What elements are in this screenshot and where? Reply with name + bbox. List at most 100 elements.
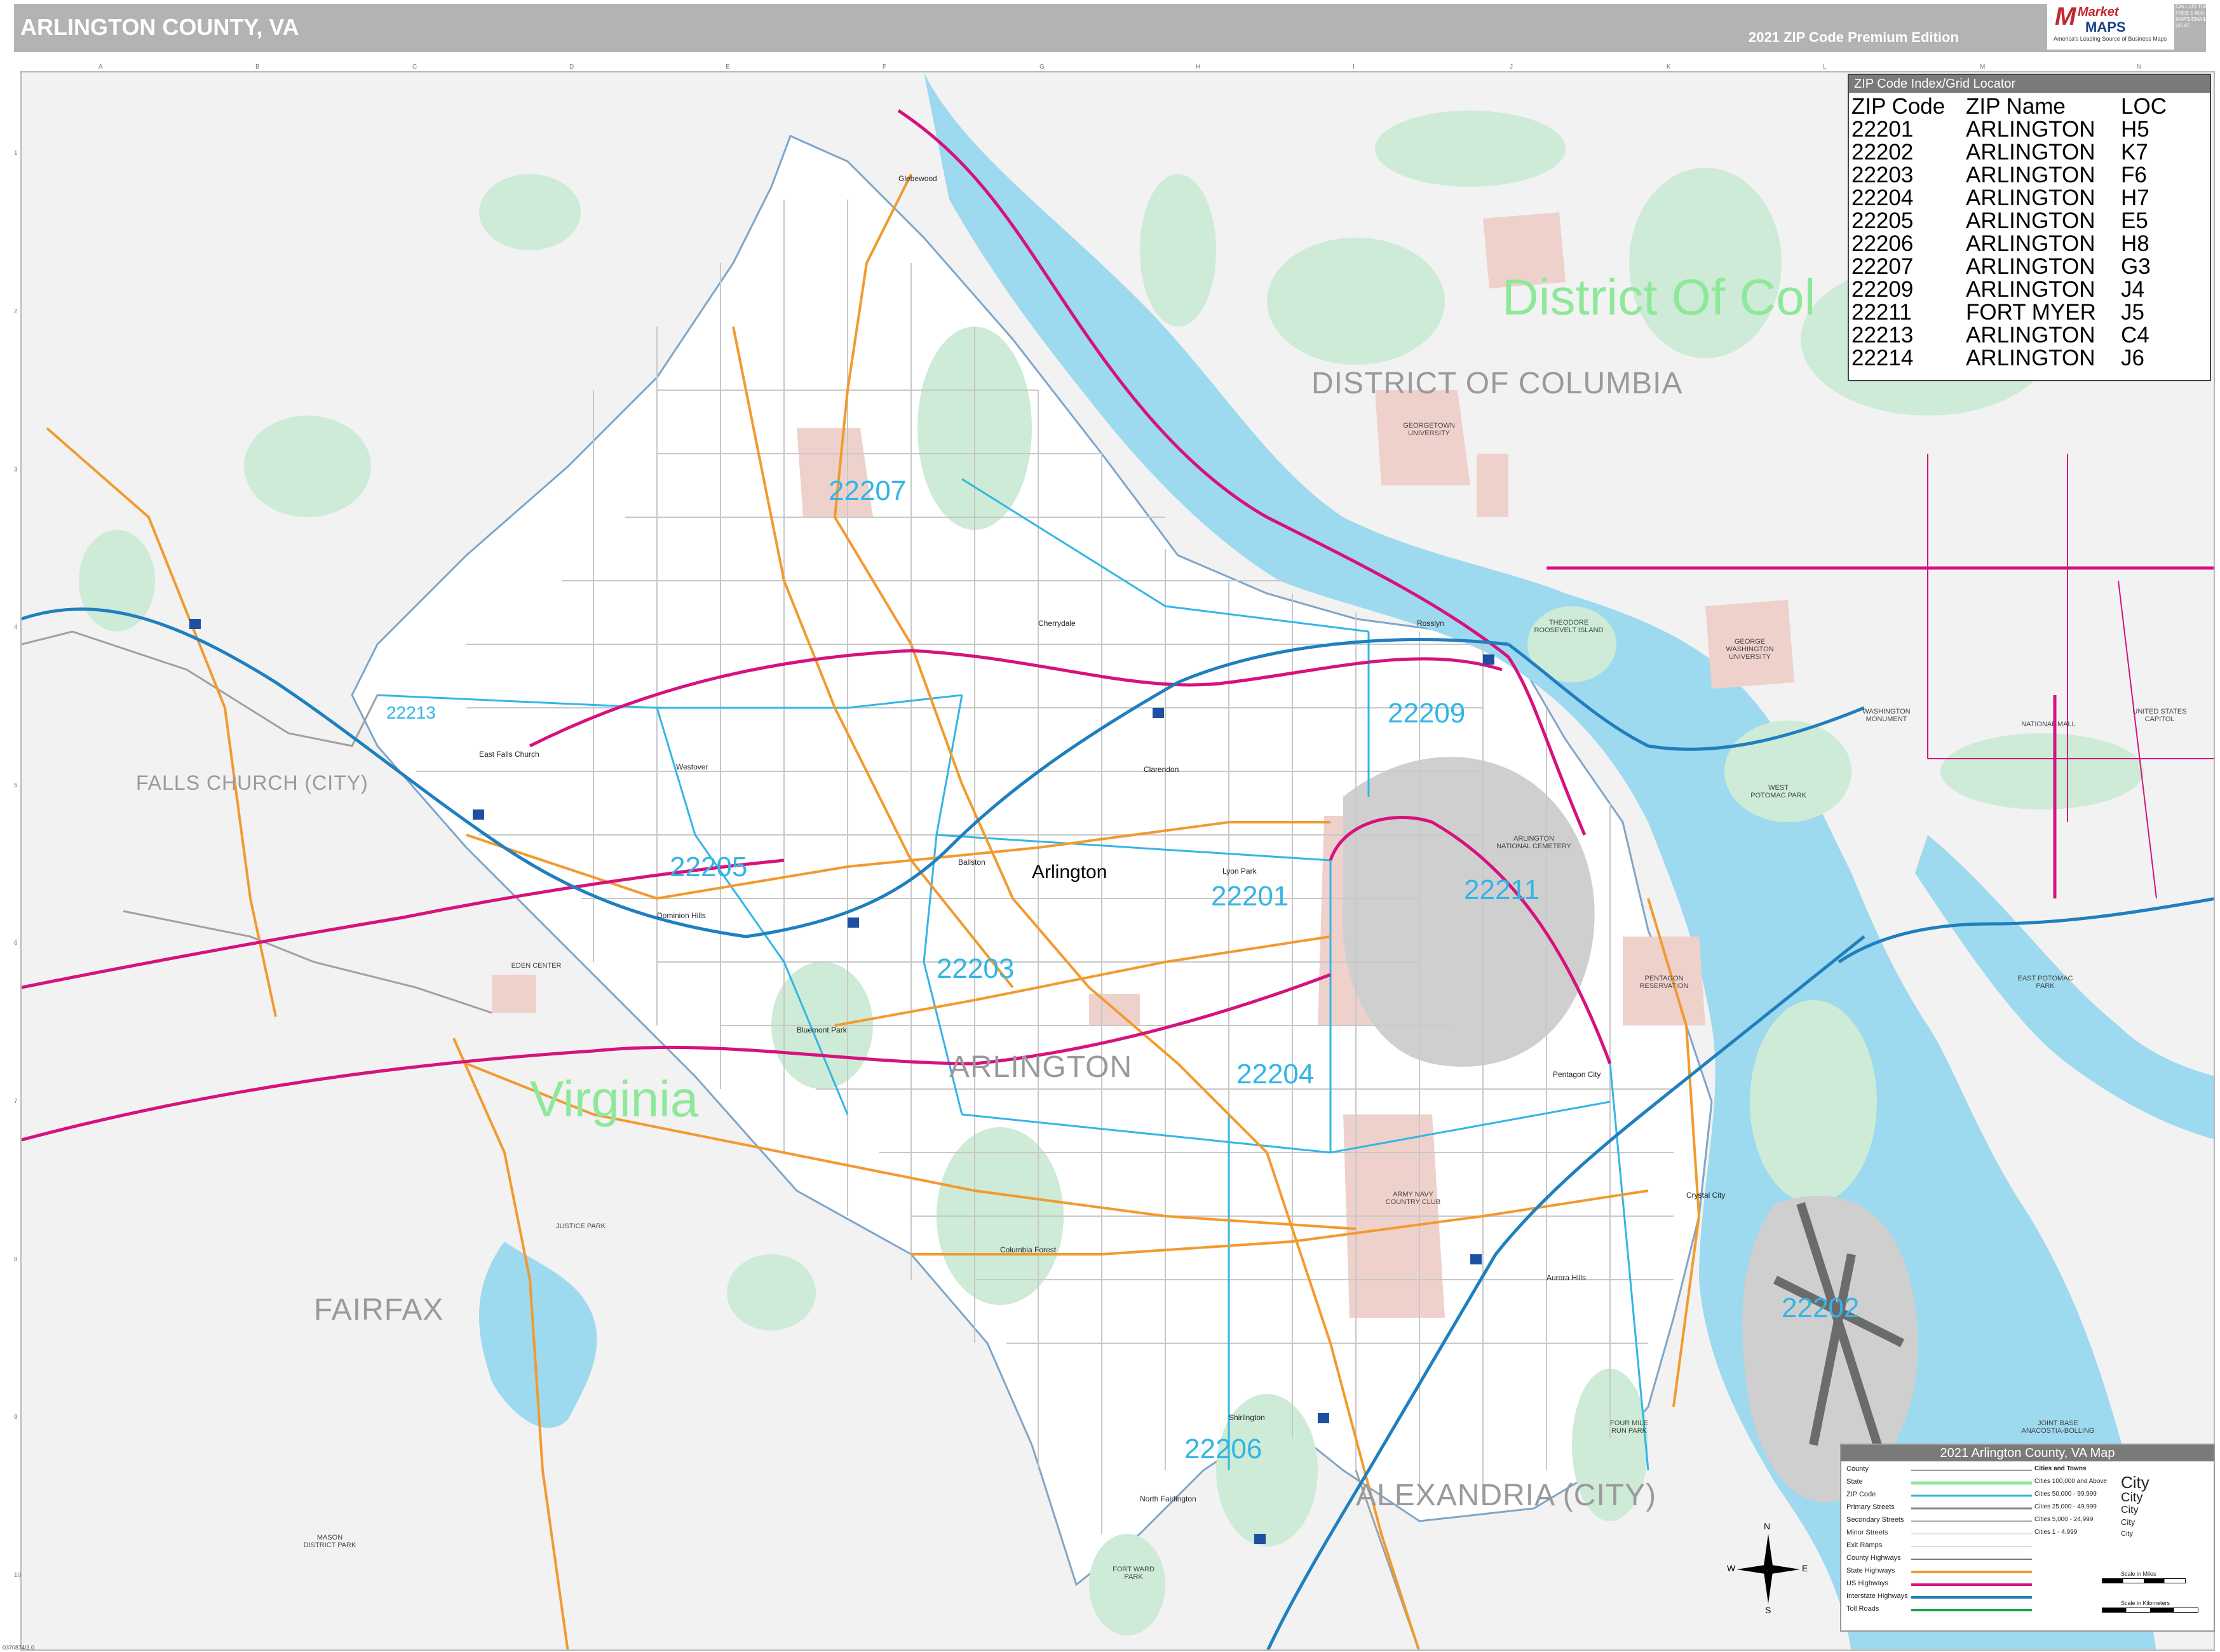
grid-number-3: 3 [14,466,18,473]
zip-label-22205: 22205 [670,851,748,883]
zip-code-cell: 22202 [1851,140,1914,165]
zip-code-cell: 22205 [1851,208,1914,233]
zip-name-cell: ARLINGTON [1966,231,2095,256]
grid-letter-D: D [569,64,574,71]
park-gwu: GEORGE WASHINGTON UNIVERSITY [1726,638,1774,661]
zip-loc-cell: F6 [2121,163,2147,187]
map-legend: 2021 Arlington County, VA Map County Sta… [1840,1444,2215,1632]
grid-number-7: 7 [14,1098,18,1105]
zip-index-table: ZIP Code ZIP Name LOC 22201 ARLINGTON H5 2… [1851,95,2173,370]
grid-letter-H: H [1196,64,1201,71]
place-north-fairlington: North Fairlington [1140,1494,1196,1503]
zip-label-22201: 22201 [1211,881,1289,912]
zip-index-title: ZIP Code Index/Grid Locator [1849,75,2210,93]
zip-code-cell: 22214 [1851,346,1914,370]
legend-cities-title: Cities and Towns [2034,1465,2087,1472]
grid-letter-M: M [1980,64,1986,71]
zip-code-cell: 22203 [1851,163,1914,187]
grid-letter-I: I [1353,64,1355,71]
scale-bar-miles [2102,1578,2186,1583]
legend-county: County [1846,1465,1869,1473]
zip-loc-cell: J5 [2121,300,2144,325]
legend-zip: ZIP Code [1846,1491,1876,1498]
compass-rose: N S E W [1727,1521,1810,1616]
place-pentagon-city: Pentagon City [1553,1070,1601,1079]
legend-city-tier-2: Cities 50,000 - 99,999 [2034,1491,2097,1498]
legend-primary: Primary Streets [1846,1503,1895,1511]
legend-city-sample-2: City [2121,1491,2143,1505]
park-mason-district: MASON DISTRICT PARK [303,1534,356,1549]
zip-loc-cell: E5 [2121,208,2148,233]
place-aurora-hills: Aurora Hills [1547,1273,1587,1282]
place-ballston: Ballston [958,858,985,867]
zip-name-cell: ARLINGTON [1966,163,2095,187]
grid-letter-A: A [98,64,103,71]
zip-code-cell: 22213 [1851,323,1914,348]
table-row: 22205 ARLINGTON E5 [1851,210,2173,233]
zip-loc-cell: H8 [2121,231,2149,256]
compass-icon [1736,1534,1800,1604]
zip-label-22206: 22206 [1184,1433,1262,1465]
logo-word-maps: MAPS [2085,19,2126,35]
state-label-dc: District Of Col [1502,269,1816,325]
legend-state-hwy: State Highways [1846,1567,1895,1574]
zip-label-22203: 22203 [937,953,1015,984]
zip-name-cell: ARLINGTON [1966,323,2095,348]
logo-mark-icon: M [2055,3,2076,30]
grid-number-8: 8 [14,1256,18,1263]
zip-name-cell: ARLINGTON [1966,186,2095,210]
region-label-fairfax: FAIRFAX [314,1293,444,1327]
zip-code-cell: 22207 [1851,254,1914,279]
grid-letter-L: L [1823,64,1827,71]
grid-letter-J: J [1510,64,1513,71]
legend-exit-ramps: Exit Ramps [1846,1541,1883,1549]
zip-index-panel: ZIP Code Index/Grid Locator ZIP Code ZIP… [1848,74,2211,381]
zip-code-cell: 22206 [1851,231,1914,256]
zip-label-22209: 22209 [1388,698,1466,729]
grid-letter-K: K [1667,64,1671,71]
park-pentagon-reservation: PENTAGON RESERVATION [1639,975,1689,990]
legend-city-sample-1: City [2121,1473,2149,1492]
scale-bar-km [2102,1608,2198,1613]
logo-word-market: Market [2078,5,2119,19]
park-four-mile-run: FOUR MILE RUN PARK [1610,1419,1648,1435]
grid-number-4: 4 [14,624,18,631]
zip-label-22204: 22204 [1236,1059,1315,1090]
park-fort-ward: FORT WARD PARK [1113,1566,1154,1581]
zip-index-header-row: ZIP Code ZIP Name LOC [1851,95,2173,118]
legend-minor: Minor Streets [1846,1529,1888,1536]
logo-slogan: America's Leading Source of Business Map… [2054,36,2167,42]
place-westover: Westover [676,762,708,771]
grid-number-1: 1 [14,150,18,157]
legend-city-tier-3: Cities 25,000 - 49,999 [2034,1503,2097,1510]
table-row: 22202 ARLINGTON K7 [1851,141,2173,164]
park-eden-center: EDEN CENTER [511,962,562,970]
zip-name-cell: ARLINGTON [1966,277,2095,302]
footer-code: 0370874/3.0 [3,1644,35,1651]
market-maps-logo[interactable]: M Market MAPS America's Leading Source o… [2047,0,2174,50]
legend-city-sample-4: City [2121,1517,2135,1527]
park-west-potomac: WEST POTOMAC PARK [1750,784,1806,799]
zip-code-cell: 22204 [1851,186,1914,210]
legend-secondary: Secondary Streets [1846,1516,1904,1524]
place-columbia-forest: Columbia Forest [1000,1245,1057,1254]
compass-w: W [1727,1563,1736,1573]
legend-us-hwy: US Highways [1846,1580,1889,1587]
zip-name-cell: FORT MYER [1966,300,2096,325]
zip-label-22213: 22213 [386,703,436,722]
state-label-virginia: Virginia [530,1071,699,1127]
legend-state: State [1846,1478,1863,1486]
zip-label-22207: 22207 [829,475,907,506]
zip-loc-cell: H5 [2121,117,2149,142]
legend-city-sample-5: City [2121,1530,2133,1538]
zip-loc-cell: H7 [2121,186,2149,210]
legend-title: 2021 Arlington County, VA Map [1841,1445,2214,1461]
park-joint-base-bolling: JOINT BASE ANACOSTIA-BOLLING [2021,1419,2095,1435]
park-east-potomac: EAST POTOMAC PARK [2017,975,2073,990]
table-row: 22206 ARLINGTON H8 [1851,233,2173,255]
grid-number-2: 2 [14,308,18,315]
zip-name-cell: ARLINGTON [1966,346,2095,370]
place-bluemont-park: Bluemont Park [797,1026,847,1034]
zip-code-cell: 22211 [1851,300,1912,325]
zip-label-22211: 22211 [1464,874,1540,905]
